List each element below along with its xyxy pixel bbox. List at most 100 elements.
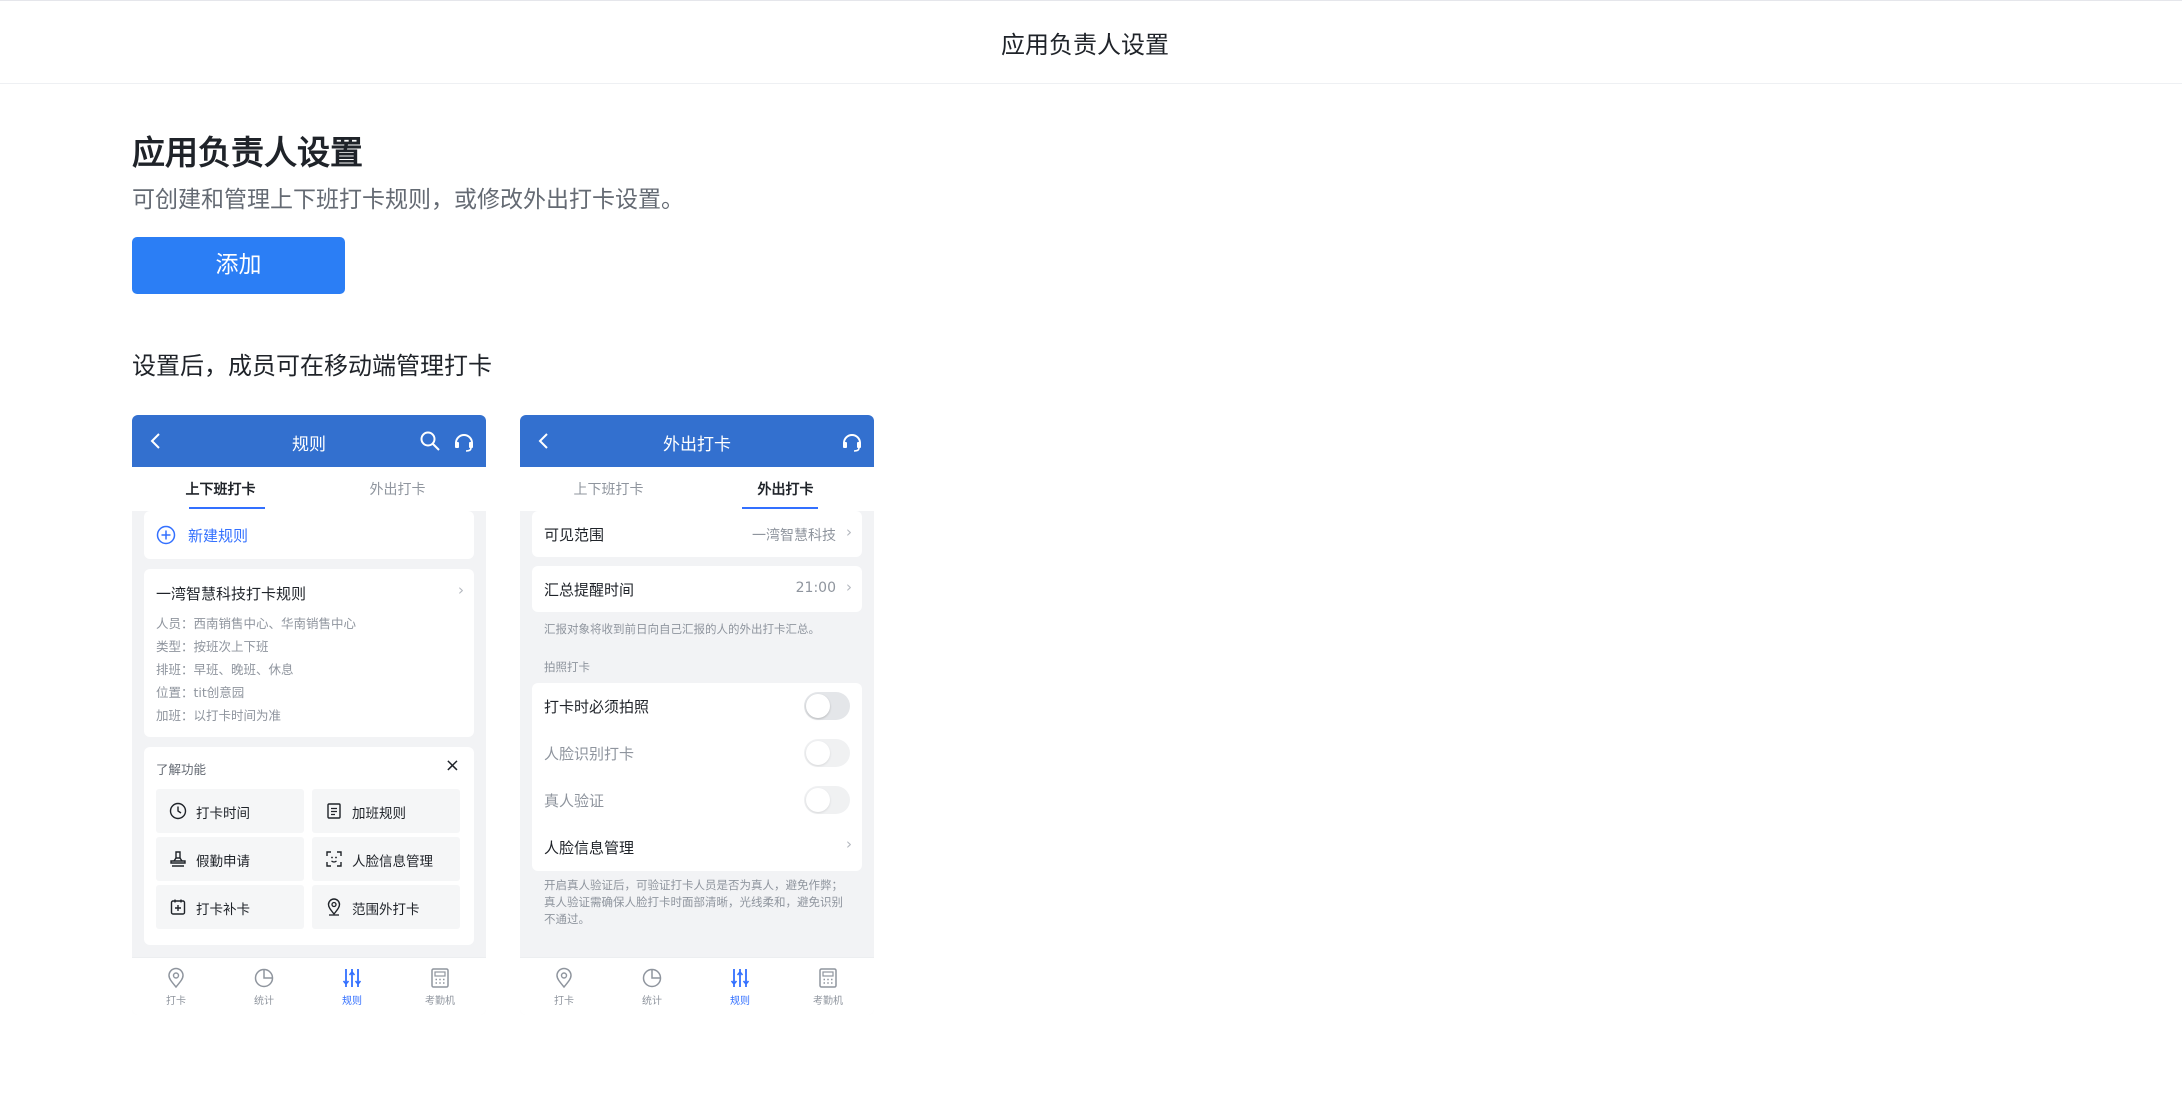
features-card: 了解功能 × 打卡时间 加班规则 假勤申请 人脸信息管理 打卡补卡 范围外打卡 xyxy=(144,747,474,945)
phone-tabs: 上下班打卡 外出打卡 xyxy=(132,467,486,511)
tab-checkin-commute: 上下班打卡 xyxy=(573,482,644,498)
add-button[interactable]: 添加 xyxy=(132,237,345,294)
tabbar-label: 规则 xyxy=(730,996,750,1007)
tabbar-item-rules: 规则 xyxy=(308,966,396,1014)
feature-label: 加班规则 xyxy=(352,806,406,822)
rule-card: 一湾智慧科技打卡规则 › 人员：西南销售中心、华南销售中心 类型：按班次上下班 … xyxy=(144,569,474,737)
summary-time-row: 汇总提醒时间 21:00 › xyxy=(532,566,862,612)
sliders-icon xyxy=(342,969,362,987)
new-rule-card: 新建规则 xyxy=(144,511,474,559)
feature-item: 人脸信息管理 xyxy=(312,837,460,881)
face-manage-label: 人脸信息管理 xyxy=(544,839,635,857)
tabbar-label: 打卡 xyxy=(166,996,186,1007)
feature-label: 打卡时间 xyxy=(196,806,250,822)
summary-time-value: 21:00 xyxy=(795,580,836,596)
pie-chart-icon xyxy=(254,968,274,988)
face-scan-icon xyxy=(326,851,342,867)
stamp-icon xyxy=(170,851,186,867)
rule-detail: 加班：以打卡时间为准 xyxy=(156,708,282,723)
clock-icon xyxy=(169,802,187,820)
toggle-label: 打卡时必须拍照 xyxy=(544,698,650,716)
tabbar-item-rules: 规则 xyxy=(696,966,784,1014)
toggle-label: 真人验证 xyxy=(544,792,605,810)
section-note: 设置后，成员可在移动端管理打卡 xyxy=(132,352,492,380)
calculator-icon xyxy=(431,968,449,988)
rule-detail: 排班：早班、晚班、休息 xyxy=(156,662,294,677)
feature-item: 范围外打卡 xyxy=(312,885,460,929)
chevron-right-icon: › xyxy=(846,578,852,596)
active-tab-indicator xyxy=(189,507,265,509)
tab-checkin-outing: 外出打卡 xyxy=(757,482,814,498)
phone-tab-bar: 打卡 统计 规则 考勤机 xyxy=(132,957,486,1015)
location-pin-icon xyxy=(168,967,184,989)
rule-detail: 人员：西南销售中心、华南销售中心 xyxy=(156,616,357,631)
toggle-switch xyxy=(804,739,850,767)
summary-note: 汇报对象将收到前日向自己汇报的人的外出打卡汇总。 xyxy=(544,622,820,636)
plus-circle-icon xyxy=(156,525,176,545)
search-icon xyxy=(420,431,440,451)
feature-item: 假勤申请 xyxy=(156,837,304,881)
page-title: 应用负责人设置 xyxy=(132,133,363,172)
headset-icon xyxy=(455,434,473,452)
face-note: 开启真人验证后，可验证打卡人员是否为真人，避免作弊；真人验证需确保人脸打卡时面部… xyxy=(544,878,843,926)
add-calendar-icon xyxy=(170,899,186,915)
phone-header-title: 外出打卡 xyxy=(663,435,731,455)
toggle-switch xyxy=(804,692,850,720)
feature-item: 打卡时间 xyxy=(156,789,304,833)
feature-label: 人脸信息管理 xyxy=(352,854,433,870)
toggle-label: 人脸识别打卡 xyxy=(544,745,635,763)
chevron-right-icon: › xyxy=(458,581,464,599)
phone-tab-bar: 打卡 统计 规则 考勤机 xyxy=(520,957,874,1015)
tabbar-item-device: 考勤机 xyxy=(784,966,872,1014)
phone-tabs: 上下班打卡 外出打卡 xyxy=(520,467,874,511)
tab-checkin-outing: 外出打卡 xyxy=(369,482,426,498)
phone-header: 外出打卡 xyxy=(520,415,874,467)
rule-detail: 类型：按班次上下班 xyxy=(156,639,269,654)
feature-item: 打卡补卡 xyxy=(156,885,304,929)
feature-label: 范围外打卡 xyxy=(352,902,420,918)
new-rule-label: 新建规则 xyxy=(188,527,249,545)
photo-settings-card: 打卡时必须拍照 人脸识别打卡 真人验证 人脸信息管理 › xyxy=(532,683,862,871)
tabbar-label: 打卡 xyxy=(554,996,574,1007)
tabbar-item-stats: 统计 xyxy=(608,966,696,1014)
document-icon xyxy=(327,803,341,819)
top-bar-title: 应用负责人设置 xyxy=(1001,31,1169,59)
pie-chart-icon xyxy=(642,968,662,988)
headset-icon xyxy=(843,434,861,452)
rule-name: 一湾智慧科技打卡规则 xyxy=(156,585,307,603)
feature-label: 假勤申请 xyxy=(196,854,250,870)
tabbar-label: 考勤机 xyxy=(813,996,843,1007)
features-title: 了解功能 xyxy=(156,762,207,777)
visible-scope-row: 可见范围 一湾智慧科技 › xyxy=(532,511,862,557)
close-icon: × xyxy=(444,755,460,776)
phone-header: 规则 xyxy=(132,415,486,467)
tabbar-item-device: 考勤机 xyxy=(396,966,484,1014)
tabbar-label: 考勤机 xyxy=(425,996,455,1007)
feature-item: 加班规则 xyxy=(312,789,460,833)
summary-time-label: 汇总提醒时间 xyxy=(544,581,635,599)
chevron-right-icon: › xyxy=(846,835,852,853)
visible-scope-label: 可见范围 xyxy=(544,526,605,544)
rule-detail: 位置：tit创意园 xyxy=(156,685,245,700)
tabbar-item-checkin: 打卡 xyxy=(520,966,608,1014)
sliders-icon xyxy=(730,969,750,987)
page-description: 可创建和管理上下班打卡规则，或修改外出打卡设置。 xyxy=(132,187,684,213)
tabbar-label: 统计 xyxy=(642,996,662,1007)
location-pin-icon xyxy=(327,898,341,916)
tabbar-label: 规则 xyxy=(342,996,362,1007)
top-bar: 应用负责人设置 xyxy=(0,0,2182,84)
photo-section-title: 拍照打卡 xyxy=(544,660,590,674)
tabbar-item-stats: 统计 xyxy=(220,966,308,1014)
tab-checkin-commute: 上下班打卡 xyxy=(185,482,256,498)
tabbar-label: 统计 xyxy=(254,996,274,1007)
feature-label: 打卡补卡 xyxy=(196,902,250,918)
calculator-icon xyxy=(819,968,837,988)
visible-scope-value: 一湾智慧科技 xyxy=(752,528,836,544)
phone-preview-rules: 规则 上下班打卡 外出打卡 新建规则 一湾智慧科技打卡规则 › 人员：西南销售中… xyxy=(132,415,486,1015)
tabbar-item-checkin: 打卡 xyxy=(132,966,220,1014)
phone-preview-outing: 外出打卡 上下班打卡 外出打卡 可见范围 一湾智慧科技 › 汇总提醒时间 21:… xyxy=(520,415,874,1015)
toggle-switch xyxy=(804,786,850,814)
active-tab-indicator xyxy=(742,507,818,509)
location-pin-icon xyxy=(556,967,572,989)
chevron-right-icon: › xyxy=(846,523,852,541)
